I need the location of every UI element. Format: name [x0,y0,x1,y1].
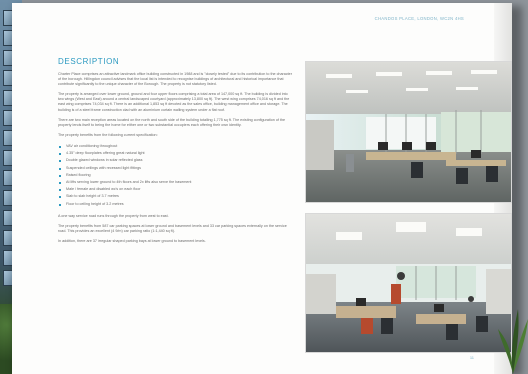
office-illustration [306,214,511,352]
paragraph: The property benefits from the following… [58,132,158,137]
brochure-page: CHANDOS PLACE, LONDON, WC2N 4HS DESCRIPT… [12,3,512,374]
section-title: DESCRIPTION [58,57,120,66]
spec-item: 4.35" deep floorplates offering great na… [58,150,293,157]
paragraph: A one way service road runs through the … [58,213,169,218]
spec-item: Floor to ceiling height of 3.2 metres [58,201,293,208]
brochure-scene: CHANDOS PLACE, LONDON, WC2N 4HS DESCRIPT… [0,0,528,374]
spec-item: Male / female and disabled wc's on each … [58,186,293,193]
description-column: DESCRIPTION Charter Place comprises an a… [58,57,293,249]
paragraph: In addition, there are 37 irregular shap… [58,239,206,244]
open-plan-office-photo [305,61,512,203]
page-header-reference: CHANDOS PLACE, LONDON, WC2N 4HS [374,16,464,21]
paragraph: The property is arranged over lower grou… [58,92,290,112]
paragraph: Charter Place comprises an attractive la… [58,72,292,87]
office-interior-photo [305,213,512,353]
page-number: 11 [469,355,474,360]
spec-item: Suspended ceilings with recessed light f… [58,165,293,172]
spec-item: At lifts serving lower ground to 4th flo… [58,179,293,186]
office-illustration [306,62,511,202]
paragraph: The property benefits from 587 car parki… [58,223,287,233]
spec-item: Double glazed windows in solar reflected… [58,157,293,164]
plant-decor [498,309,528,374]
spec-item: Raised flooring [58,172,293,179]
spec-item: VAV air conditioning throughout [58,143,293,150]
paragraph: There are two main reception areas locat… [58,117,286,127]
specification-list: VAV air conditioning throughout 4.35" de… [58,143,293,208]
spec-item: Slab to slab height of 3.7 metres [58,193,293,200]
